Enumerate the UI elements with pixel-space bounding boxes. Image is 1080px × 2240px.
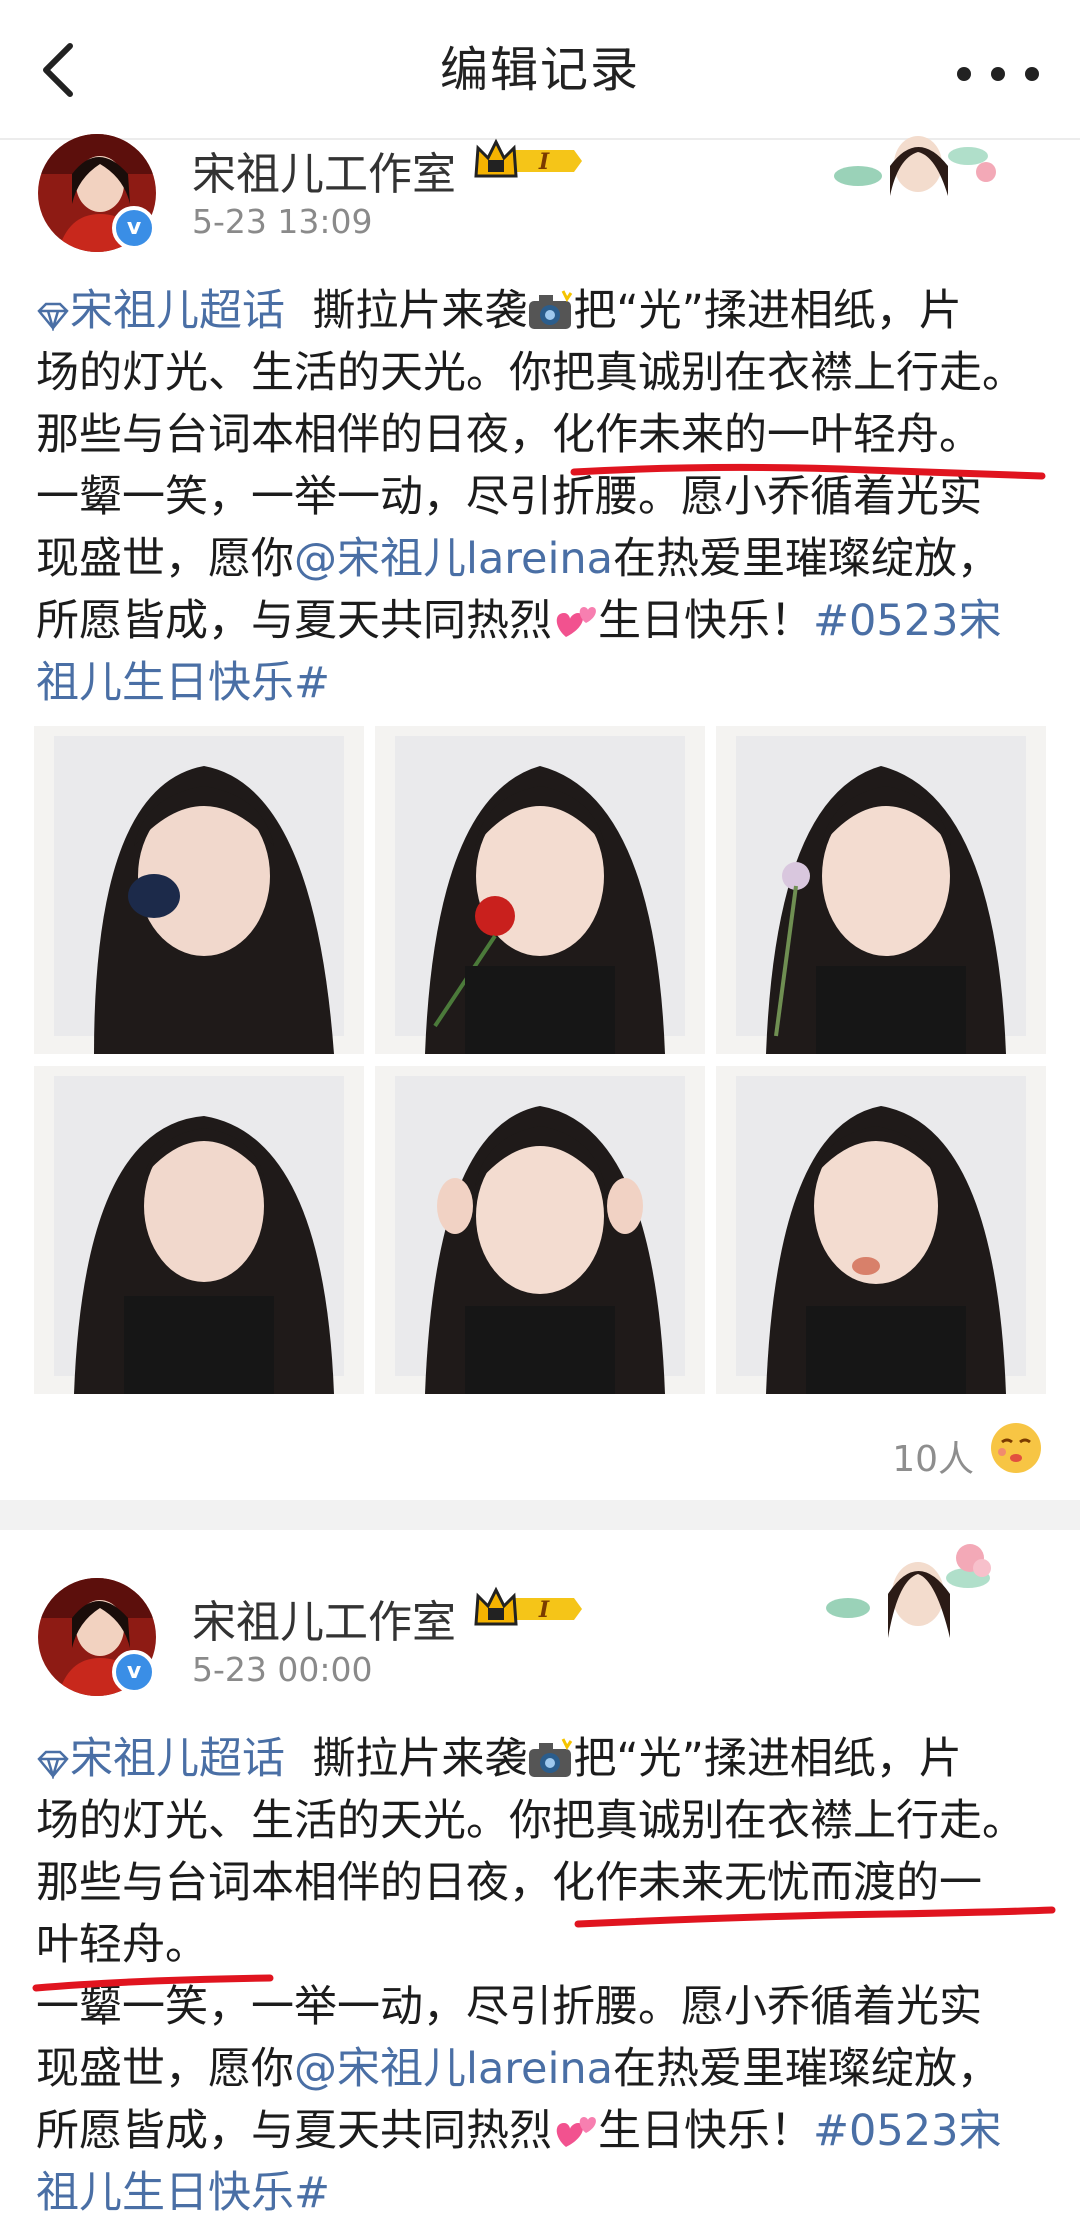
author-name[interactable]: 宋祖儿工作室 [192,138,456,202]
photo-5[interactable] [375,1066,705,1394]
edit-record-post: v 宋祖儿工作室 I 5-23 00:00 宋祖儿超话 撕拉片来袭 把“光”揉进相… [0,1530,1080,2240]
verified-icon: v [112,206,156,250]
mention-link[interactable]: @宋祖儿lareina [294,534,613,584]
photo-1[interactable] [34,726,364,1054]
photo-4[interactable] [34,1066,364,1394]
photo-6[interactable] [716,1066,1046,1394]
diamond-icon [37,1750,69,1779]
edit-record-post: v 宋祖儿工作室 I 5-23 13:09 宋祖儿超话 撕拉片来袭 把“光”揉进相… [0,134,1080,1500]
two-hearts-icon [556,2117,596,2147]
flower-portrait-decoration [834,136,996,196]
camera-flash-icon [529,1738,573,1777]
post-separator [0,1500,1080,1530]
hashtag-link[interactable]: #0523宋 [813,2106,1001,2156]
vip-level: I [538,149,550,175]
vip-level: I [538,1597,550,1623]
super-topic-link[interactable]: 宋祖儿超话 [36,1734,285,1784]
mention-link[interactable]: @宋祖儿lareina [294,2044,613,2094]
diamond-icon [37,302,69,331]
like-count: 10人 [892,1439,974,1480]
chevron-left-icon[interactable] [30,40,90,100]
crown-vip-icon[interactable]: I [474,138,582,184]
hashtag-link-cont[interactable]: 祖儿生日快乐# [36,652,1046,714]
kiss-face-icon[interactable] [988,1420,1044,1476]
hashtag-link-cont[interactable]: 祖儿生日快乐# [36,2162,1046,2224]
more-dots-icon[interactable] [950,54,1046,94]
post-content: 宋祖儿超话 撕拉片来袭 把“光”揉进相纸，片 场的灯光、生活的天光。你把真诚别在衣… [36,280,1046,714]
camera-flash-icon [529,290,573,329]
author-name[interactable]: 宋祖儿工作室 [192,1586,456,1650]
crown-vip-icon[interactable]: I [474,1586,582,1632]
verified-icon: v [112,1650,156,1694]
hashtag-link[interactable]: #0523宋 [813,596,1001,646]
top-nav-bar: 编辑记录 [0,0,1080,140]
post-time: 5-23 00:00 [192,1650,373,1689]
photo-3[interactable] [716,726,1046,1054]
post-time: 5-23 13:09 [192,202,373,241]
photo-2[interactable] [375,726,705,1054]
page-title: 编辑记录 [439,42,640,98]
post-content: 宋祖儿超话 撕拉片来袭 把“光”揉进相纸，片 场的灯光、生活的天光。你把真诚别在衣… [36,1728,1046,2224]
flower-portrait-decoration [826,1544,991,1638]
photo-grid [34,726,1046,1396]
two-hearts-icon [556,607,596,637]
super-topic-link[interactable]: 宋祖儿超话 [36,286,285,336]
